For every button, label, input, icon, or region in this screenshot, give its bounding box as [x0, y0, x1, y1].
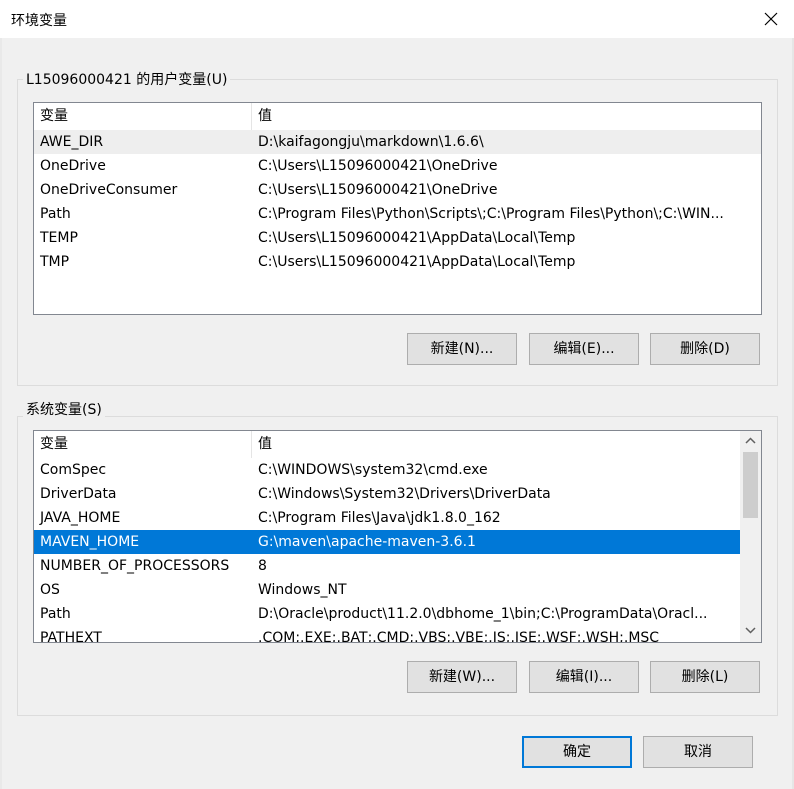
- column-header-value[interactable]: 值: [252, 103, 761, 130]
- variable-name: MAVEN_HOME: [40, 534, 140, 550]
- variable-value: 8: [258, 558, 267, 574]
- title-bar: 环境变量: [0, 0, 794, 38]
- variable-name: Path: [40, 206, 71, 222]
- user-variables-group-label: L15096000421 的用户变量(U): [23, 69, 231, 89]
- window-title: 环境变量: [11, 13, 67, 29]
- variable-name: DriverData: [40, 486, 117, 502]
- variable-value: D:\kaifagongju\markdown\1.6.6\: [258, 134, 484, 150]
- table-row[interactable]: AWE_DIR D:\kaifagongju\markdown\1.6.6\: [34, 130, 761, 154]
- variable-value: C:\Users\L15096000421\AppData\Local\Temp: [258, 254, 576, 270]
- variable-value: .COM;.EXE;.BAT;.CMD;.VBS;.VBE;.JS;.JSE;.…: [258, 630, 660, 643]
- table-row[interactable]: Path C:\Program Files\Python\Scripts\;C:…: [34, 202, 761, 226]
- column-header-variable[interactable]: 变量: [34, 431, 252, 458]
- table-row[interactable]: ComSpec C:\WINDOWS\system32\cmd.exe: [34, 458, 740, 482]
- table-row-selected[interactable]: MAVEN_HOME G:\maven\apache-maven-3.6.1: [34, 530, 740, 554]
- table-row[interactable]: NUMBER_OF_PROCESSORS 8: [34, 554, 740, 578]
- table-row[interactable]: PATHEXT .COM;.EXE;.BAT;.CMD;.VBS;.VBE;.J…: [34, 626, 740, 643]
- system-edit-button[interactable]: 编辑(I)...: [529, 661, 639, 693]
- close-icon: [764, 12, 778, 26]
- variable-value: Windows_NT: [258, 582, 347, 598]
- chevron-down-icon: [745, 627, 756, 634]
- table-row[interactable]: OneDriveConsumer C:\Users\L15096000421\O…: [34, 178, 761, 202]
- system-variables-group-label: 系统变量(S): [23, 399, 105, 419]
- table-row[interactable]: Path D:\Oracle\product\11.2.0\dbhome_1\b…: [34, 602, 740, 626]
- user-variables-list[interactable]: 变量 值 AWE_DIR D:\kaifagongju\markdown\1.6…: [33, 102, 762, 315]
- table-row[interactable]: TEMP C:\Users\L15096000421\AppData\Local…: [34, 226, 761, 250]
- scroll-thumb[interactable]: [743, 452, 758, 518]
- vertical-scrollbar[interactable]: [740, 431, 761, 642]
- variable-name: JAVA_HOME: [40, 510, 121, 526]
- table-row[interactable]: DriverData C:\Windows\System32\Drivers\D…: [34, 482, 740, 506]
- table-row[interactable]: OneDrive C:\Users\L15096000421\OneDrive: [34, 154, 761, 178]
- variable-value: C:\Windows\System32\Drivers\DriverData: [258, 486, 551, 502]
- user-edit-button[interactable]: 编辑(E)...: [529, 333, 639, 365]
- variable-name: AWE_DIR: [40, 134, 104, 150]
- variable-value: C:\WINDOWS\system32\cmd.exe: [258, 462, 488, 478]
- scroll-down-button[interactable]: [740, 621, 761, 641]
- table-row[interactable]: OS Windows_NT: [34, 578, 740, 602]
- chevron-up-icon: [745, 437, 756, 444]
- system-new-button[interactable]: 新建(W)...: [407, 661, 517, 693]
- close-button[interactable]: [748, 0, 794, 38]
- variable-name: OneDriveConsumer: [40, 182, 178, 198]
- list-header: 变量 值: [34, 103, 761, 130]
- ok-button[interactable]: 确定: [522, 736, 632, 768]
- variable-name: TEMP: [40, 230, 78, 246]
- table-row[interactable]: JAVA_HOME C:\Program Files\Java\jdk1.8.0…: [34, 506, 740, 530]
- variable-name: Path: [40, 606, 71, 622]
- variable-name: PATHEXT: [40, 630, 102, 643]
- user-delete-button[interactable]: 删除(D): [650, 333, 760, 365]
- variable-value: C:\Users\L15096000421\OneDrive: [258, 158, 498, 174]
- variable-name: OneDrive: [40, 158, 106, 174]
- system-delete-button[interactable]: 删除(L): [650, 661, 760, 693]
- column-header-value[interactable]: 值: [252, 431, 740, 458]
- user-new-button[interactable]: 新建(N)...: [407, 333, 517, 365]
- list-header: 变量 值: [34, 431, 740, 458]
- system-variables-list[interactable]: 变量 值 ComSpec C:\WINDOWS\system32\cmd.exe…: [33, 430, 762, 643]
- variable-value: C:\Program Files\Java\jdk1.8.0_162: [258, 510, 501, 526]
- scroll-up-button[interactable]: [740, 431, 761, 451]
- variable-value: C:\Users\L15096000421\OneDrive: [258, 182, 498, 198]
- variable-value: D:\Oracle\product\11.2.0\dbhome_1\bin;C:…: [258, 606, 708, 622]
- variable-value: C:\Users\L15096000421\AppData\Local\Temp: [258, 230, 576, 246]
- variable-name: OS: [40, 582, 60, 598]
- variable-name: ComSpec: [40, 462, 107, 478]
- variable-value: C:\Program Files\Python\Scripts\;C:\Prog…: [258, 206, 724, 222]
- column-header-variable[interactable]: 变量: [34, 103, 252, 130]
- variable-name: NUMBER_OF_PROCESSORS: [40, 558, 230, 574]
- window-border-left: [0, 38, 2, 789]
- variable-value: G:\maven\apache-maven-3.6.1: [258, 534, 476, 550]
- cancel-button[interactable]: 取消: [643, 736, 753, 768]
- variable-name: TMP: [40, 254, 70, 270]
- table-row[interactable]: TMP C:\Users\L15096000421\AppData\Local\…: [34, 250, 761, 274]
